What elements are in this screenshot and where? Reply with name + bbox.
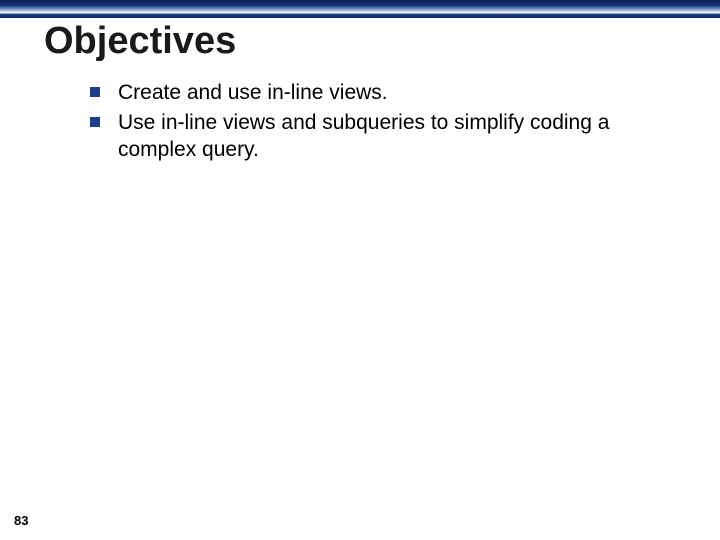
square-bullet-icon	[90, 87, 100, 97]
list-item: Create and use in-line views.	[90, 80, 660, 106]
banner-decoration	[0, 0, 720, 18]
square-bullet-icon	[90, 117, 100, 127]
slide-title: Objectives	[44, 20, 236, 63]
list-item: Use in-line views and subqueries to simp…	[90, 110, 660, 163]
bullet-text: Use in-line views and subqueries to simp…	[118, 110, 660, 163]
content-area: Create and use in-line views. Use in-lin…	[90, 80, 660, 167]
bullet-text: Create and use in-line views.	[118, 80, 388, 106]
page-number: 83	[14, 513, 28, 528]
